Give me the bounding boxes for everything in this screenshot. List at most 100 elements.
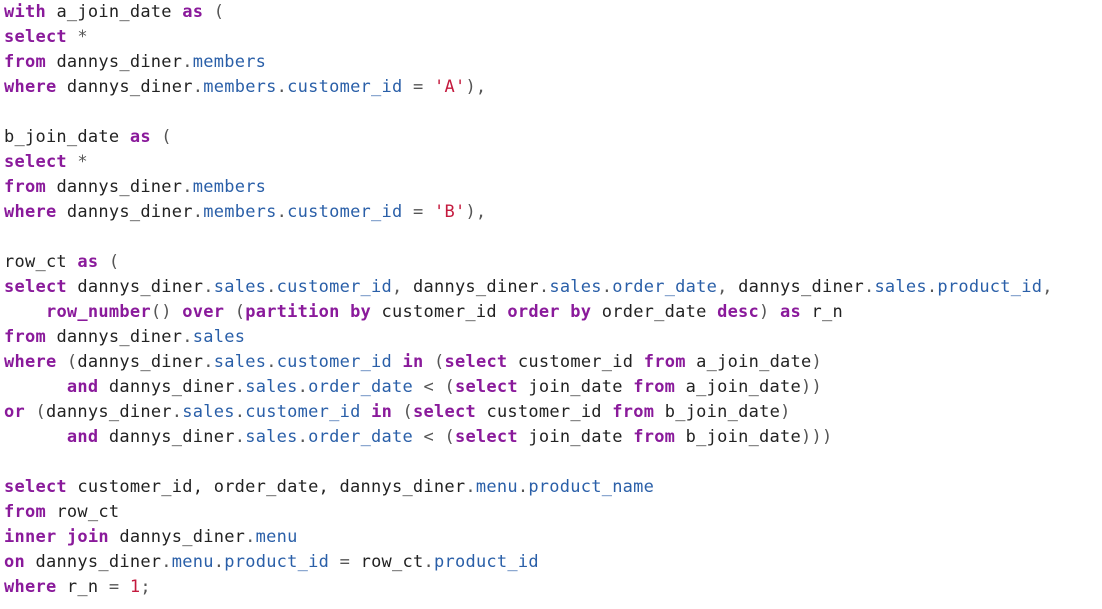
property-token: members	[192, 177, 267, 197]
keyword-token: with	[4, 2, 46, 22]
property-token: sales	[213, 277, 267, 297]
identifier-token: join_date	[517, 377, 634, 397]
property-token: customer_id	[287, 77, 403, 97]
property-token: sales	[874, 277, 927, 297]
property-token: product_id	[434, 552, 539, 572]
punctuation-token: (	[56, 352, 78, 372]
code-line: from dannys_diner.members	[4, 175, 1102, 200]
code-line: from row_ct	[4, 500, 1102, 525]
keyword-token: on	[4, 552, 25, 572]
property-token: customer_id	[287, 202, 403, 222]
code-line: where (dannys_diner.sales.customer_id in…	[4, 350, 1102, 375]
code-line: where r_n = 1;	[4, 575, 1102, 600]
property-token: customer_id	[245, 402, 361, 422]
keyword-token: in	[402, 352, 424, 372]
property-token: members	[192, 52, 267, 72]
property-token: sales	[245, 427, 298, 447]
property-token: sales	[245, 377, 298, 397]
punctuation-token: =	[402, 77, 434, 97]
property-token: sales	[182, 402, 235, 422]
code-line: where dannys_diner.members.customer_id =…	[4, 75, 1102, 100]
keyword-token: select	[4, 27, 67, 47]
punctuation-token: ),	[465, 202, 487, 222]
code-line: ​	[4, 100, 1102, 125]
punctuation-token: .	[266, 277, 277, 297]
punctuation-token: ,	[1042, 277, 1053, 297]
code-line: row_ct as (	[4, 250, 1102, 275]
punctuation-token: (	[98, 252, 120, 272]
punctuation-token: (	[224, 302, 246, 322]
keyword-token: and	[66, 377, 99, 397]
keyword-token: in	[371, 402, 393, 422]
code-line: ​	[4, 225, 1102, 250]
identifier-token: dannys_diner	[66, 277, 204, 297]
punctuation-token: =	[402, 202, 434, 222]
code-line: from dannys_diner.sales	[4, 325, 1102, 350]
punctuation-token: (	[423, 352, 445, 372]
identifier-token: dannys_diner	[24, 552, 162, 572]
punctuation-token: .	[423, 552, 434, 572]
property-token: product_id	[937, 277, 1043, 297]
identifier-token: row_ct	[4, 252, 78, 272]
code-line: row_number() over (partition by customer…	[4, 300, 1102, 325]
punctuation-token: (	[150, 127, 172, 147]
property-token: sales	[213, 352, 267, 372]
identifier-token: a_join_date	[675, 377, 801, 397]
code-block[interactable]: with a_join_date as (select * from dannys…	[4, 0, 1102, 600]
punctuation-token: .	[276, 77, 288, 97]
property-token: menu	[475, 477, 518, 497]
property-token: menu	[255, 527, 298, 547]
punctuation-token: (	[203, 2, 225, 22]
identifier-token: dannys_diner	[98, 377, 235, 397]
identifier-token: dannys_diner	[108, 527, 246, 547]
punctuation-token: .	[465, 477, 476, 497]
keyword-token: where	[4, 202, 57, 222]
punctuation-token: .	[203, 352, 214, 372]
keyword-token: over	[182, 302, 225, 322]
punctuation-token: )	[759, 302, 781, 322]
keyword-token: from	[4, 177, 46, 197]
punctuation-token: .	[926, 277, 938, 297]
code-line: select dannys_diner.sales.customer_id, d…	[4, 275, 1102, 300]
identifier-token	[4, 377, 67, 397]
identifier-token: dannys_diner	[77, 352, 204, 372]
keyword-token: where	[4, 77, 57, 97]
punctuation-token: .	[297, 377, 309, 397]
keyword-token: from	[4, 327, 46, 347]
punctuation-token: .	[245, 527, 256, 547]
punctuation-token: ,	[392, 277, 413, 297]
punctuation-token: .	[234, 427, 246, 447]
punctuation-token: .	[297, 427, 309, 447]
keyword-token: select	[4, 277, 67, 297]
punctuation-token: .	[192, 202, 204, 222]
identifier-token: row_ct	[360, 552, 424, 572]
keyword-token: as	[129, 127, 151, 147]
keyword-token: select	[4, 152, 67, 172]
punctuation-token: )))	[801, 427, 833, 447]
keyword-token: partition by	[245, 302, 372, 322]
punctuation-token: ),	[465, 77, 487, 97]
property-token: members	[203, 202, 277, 222]
identifier-token	[4, 427, 67, 447]
keyword-token: and	[66, 427, 99, 447]
property-token: order_date	[612, 277, 718, 297]
punctuation-token: ()	[150, 302, 183, 322]
sql-code-editor[interactable]: with a_join_date as (select * from dannys…	[0, 0, 1102, 609]
code-line: and dannys_diner.sales.order_date < (sel…	[4, 375, 1102, 400]
code-line: ​	[4, 450, 1102, 475]
punctuation-token: .	[182, 327, 193, 347]
punctuation-token: .	[182, 52, 193, 72]
code-line: on dannys_diner.menu.product_id = row_ct…	[4, 550, 1102, 575]
punctuation-token: (	[392, 402, 414, 422]
code-line: and dannys_diner.sales.order_date < (sel…	[4, 425, 1102, 450]
code-line: where dannys_diner.members.customer_id =…	[4, 200, 1102, 225]
identifier-token: r_n	[56, 577, 109, 597]
punctuation-token: .	[863, 277, 875, 297]
identifier-token: customer_id	[371, 302, 508, 322]
code-line: or (dannys_diner.sales.customer_id in (s…	[4, 400, 1102, 425]
identifier-token: join_date	[517, 427, 634, 447]
keyword-token: from	[4, 502, 46, 522]
punctuation-token: .	[192, 77, 204, 97]
keyword-token: or	[4, 402, 25, 422]
punctuation-token: .	[517, 477, 529, 497]
